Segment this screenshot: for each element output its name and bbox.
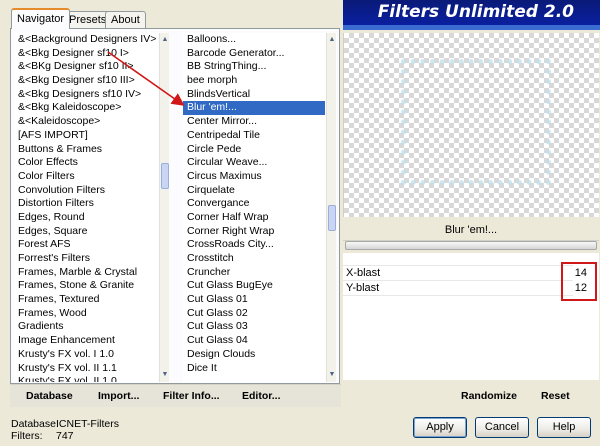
- tab-navigator[interactable]: Navigator: [11, 8, 71, 29]
- annotation-arrow: [107, 51, 185, 106]
- arrow-line: [107, 51, 185, 106]
